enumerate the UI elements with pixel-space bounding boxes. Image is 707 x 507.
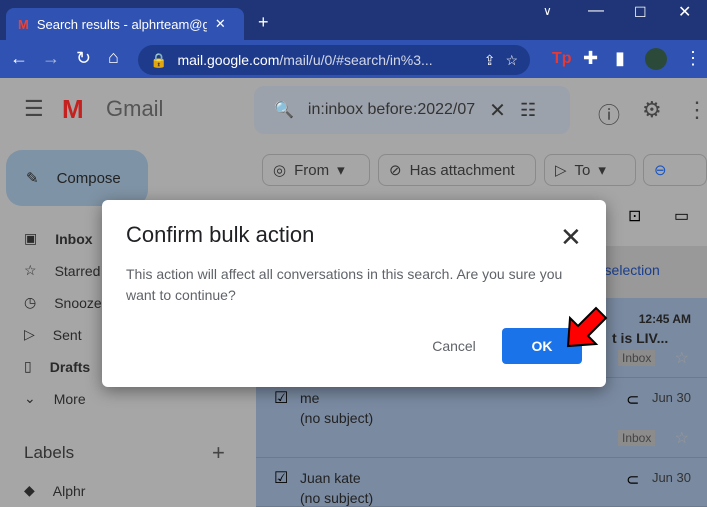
address-bar[interactable]: 🔒 mail.google.com/mail/u/0/#search/in%3.… xyxy=(138,45,530,75)
main-menu-icon[interactable]: ☰ xyxy=(24,96,44,122)
nav-snoozed[interactable]: ◷ Snoozed xyxy=(24,294,110,311)
reload-icon[interactable]: ↻ xyxy=(76,48,91,69)
chip-label: From xyxy=(294,161,330,179)
side-panel-icon[interactable]: ▮ xyxy=(615,48,625,69)
settings-gear-icon[interactable]: ⚙ xyxy=(642,97,662,123)
star-icon[interactable]: ☆ xyxy=(505,52,518,69)
nav-label: More xyxy=(53,390,86,407)
close-dialog-icon[interactable]: ✕ xyxy=(560,222,582,253)
minimize-icon[interactable]: — xyxy=(588,2,604,20)
share-icon[interactable]: ⇪ xyxy=(484,52,496,69)
archive-icon[interactable]: ⊡ xyxy=(628,206,641,226)
nav-label: Starred xyxy=(54,262,101,279)
email-time: 12:45 AM xyxy=(638,312,691,326)
clear-search-icon[interactable]: ✕ xyxy=(489,98,506,123)
draft-icon: ▯ xyxy=(24,358,32,374)
home-icon[interactable]: ⌂ xyxy=(108,47,119,68)
minus-circle-icon: ⊖ xyxy=(654,162,667,179)
search-input[interactable]: in:inbox before:2022/07 xyxy=(308,101,475,119)
label-icon: ◆ xyxy=(24,482,35,498)
nav-label: Inbox xyxy=(55,230,93,247)
tab-search-icon[interactable]: ∨ xyxy=(543,4,552,18)
url-path: /mail/u/0/#search/in%3... xyxy=(279,52,433,68)
send-icon: ▷ xyxy=(24,326,35,342)
browser-tab[interactable]: M Search results - alphrteam@gmai ✕ xyxy=(6,8,244,40)
tab-title: Search results - alphrteam@gmai xyxy=(36,16,207,32)
email-row[interactable]: ☑ me (no subject) ⊂ Jun 30 Inbox ☆ xyxy=(256,378,707,458)
nav-drafts[interactable]: ▯ Drafts xyxy=(24,358,90,375)
star-icon[interactable]: ☆ xyxy=(675,428,689,448)
nav-label: Drafts xyxy=(49,358,91,375)
add-label-icon[interactable]: + xyxy=(212,440,225,466)
attachment-icon: ⊂ xyxy=(626,392,640,409)
label-alphr[interactable]: ◆ Alphr xyxy=(24,482,85,499)
email-subject: t is LIV... xyxy=(612,330,669,346)
profile-avatar[interactable] xyxy=(645,48,667,70)
search-options-icon[interactable]: ☷ xyxy=(520,100,536,121)
person-icon: ◎ xyxy=(273,162,287,179)
compose-label: Compose xyxy=(56,169,121,187)
dialog-message: This action will affect all conversation… xyxy=(126,266,563,303)
email-date: Jun 30 xyxy=(651,470,691,485)
star-icon[interactable]: ☆ xyxy=(675,348,689,368)
inbox-icon: ▣ xyxy=(24,230,38,246)
labels-heading: Labels xyxy=(24,443,75,462)
back-icon[interactable]: ← xyxy=(10,48,28,69)
filter-has-attachment[interactable]: ⊘ Has attachment xyxy=(378,154,536,186)
close-window-icon[interactable]: ✕ xyxy=(678,2,691,22)
close-tab-icon[interactable]: ✕ xyxy=(215,16,226,32)
dialog-title: Confirm bulk action xyxy=(126,222,315,247)
star-icon: ☆ xyxy=(24,262,37,278)
attachment-icon: ⊘ xyxy=(389,162,402,179)
checkbox-checked[interactable]: ☑ xyxy=(274,468,288,488)
send-icon: ▷ xyxy=(555,162,567,179)
menu-icon[interactable]: ⋮ xyxy=(684,48,702,69)
email-sender: Juan kate xyxy=(300,470,361,486)
inbox-tag: Inbox xyxy=(618,350,656,366)
filter-to[interactable]: ▷ To ▾ xyxy=(544,154,636,186)
gmail-favicon-icon: M xyxy=(18,16,29,32)
apps-grid-icon[interactable]: ⋮⋮ xyxy=(686,97,707,123)
clock-icon: ◷ xyxy=(24,294,37,310)
red-arrow-annotation xyxy=(566,306,608,348)
filter-more[interactable]: ⊖ xyxy=(643,154,707,186)
pencil-icon: ✎ xyxy=(26,170,39,187)
extension-tp-icon[interactable]: Tp xyxy=(552,50,572,68)
help-icon[interactable]: ⓘ xyxy=(598,98,620,130)
chip-label: Has attachment xyxy=(409,161,515,179)
inbox-tag: Inbox xyxy=(618,430,656,446)
filter-from[interactable]: ◎ From ▾ xyxy=(262,154,370,186)
checkbox-checked[interactable]: ☑ xyxy=(274,388,288,408)
compose-button[interactable]: ✎ Compose xyxy=(6,150,148,206)
label-as-icon[interactable]: ▭ xyxy=(674,206,689,226)
search-icon[interactable]: 🔍 xyxy=(274,100,294,120)
dropdown-icon: ▾ xyxy=(598,162,606,179)
email-subject: (no subject) xyxy=(300,410,374,426)
gmail-logo-text: Gmail xyxy=(106,96,164,121)
email-subject: (no subject) xyxy=(300,490,374,506)
nav-inbox[interactable]: ▣ Inbox xyxy=(24,230,93,247)
maximize-icon[interactable]: ☐ xyxy=(634,4,647,21)
search-box[interactable]: 🔍 in:inbox before:2022/07 ✕ ☷ xyxy=(254,86,570,134)
nav-starred[interactable]: ☆ Starred xyxy=(24,262,100,279)
nav-sent[interactable]: ▷ Sent xyxy=(24,326,82,343)
url-host: mail.google.com xyxy=(177,52,280,68)
email-row[interactable]: ☑ Juan kate (no subject) ⊂ Jun 30 xyxy=(256,458,707,507)
gmail-logo-icon: M xyxy=(62,94,84,124)
confirm-dialog: Confirm bulk action ✕ This action will a… xyxy=(102,200,606,387)
email-sender: me xyxy=(300,390,320,406)
attachment-icon: ⊂ xyxy=(626,472,640,489)
new-tab-icon[interactable]: + xyxy=(258,12,269,33)
cancel-button[interactable]: Cancel xyxy=(418,328,490,364)
dropdown-icon: ▾ xyxy=(337,162,345,179)
forward-icon[interactable]: → xyxy=(42,48,60,69)
nav-label: Sent xyxy=(52,326,82,343)
nav-label: Alphr xyxy=(52,482,86,499)
extensions-icon[interactable]: ✚ xyxy=(583,48,598,69)
email-date: Jun 30 xyxy=(651,390,691,405)
lock-icon: 🔒 xyxy=(150,51,168,68)
chevron-down-icon: ⌄ xyxy=(24,390,36,406)
chip-label: To xyxy=(574,161,591,179)
nav-more[interactable]: ⌄ More xyxy=(24,390,86,407)
